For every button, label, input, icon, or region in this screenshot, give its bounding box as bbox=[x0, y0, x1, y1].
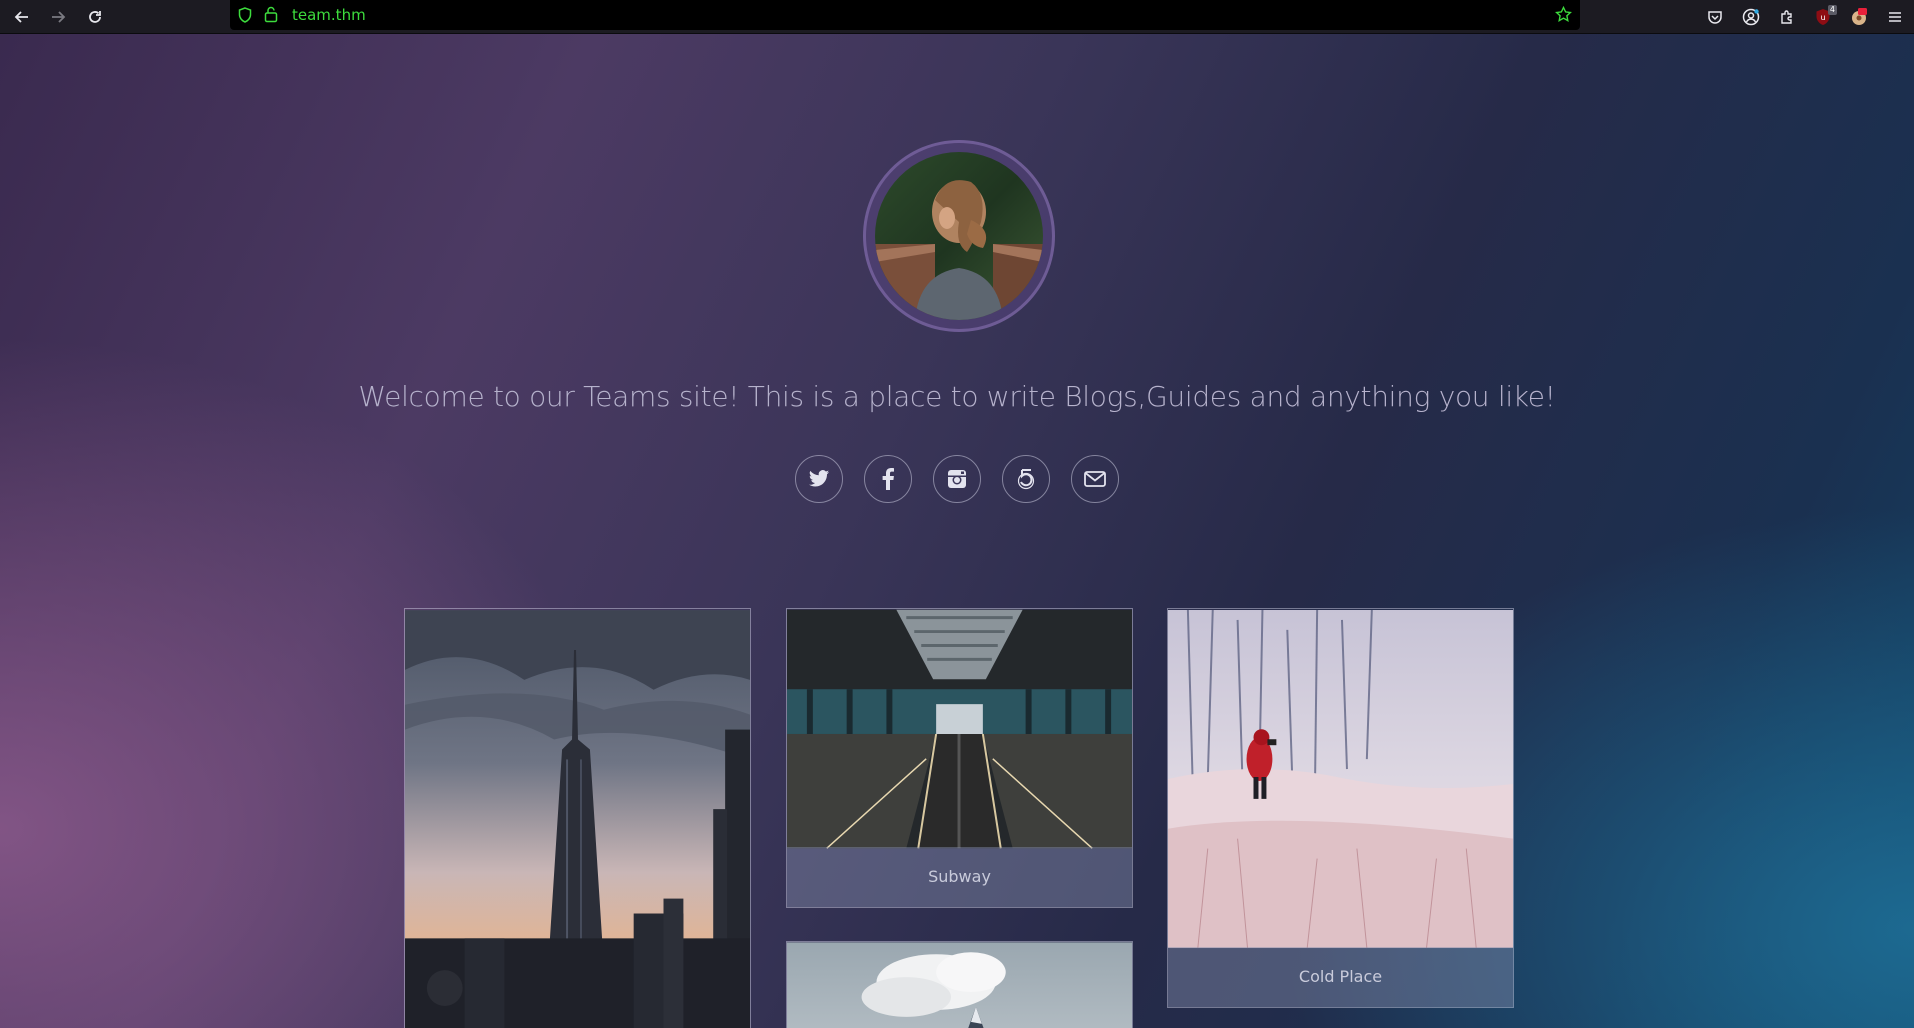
reload-icon bbox=[89, 11, 101, 23]
twitter-icon bbox=[808, 470, 830, 487]
mountain-clouds-image bbox=[787, 942, 1132, 1028]
extension-badge: 4 bbox=[1827, 5, 1837, 15]
account-icon bbox=[1742, 8, 1760, 26]
welcome-text: Welcome to our Teams site! This is a pla… bbox=[358, 380, 1556, 413]
back-button[interactable] bbox=[9, 4, 35, 30]
puzzle-icon bbox=[1781, 10, 1792, 24]
instagram-icon bbox=[948, 470, 966, 488]
gallery-card[interactable] bbox=[404, 608, 751, 1028]
back-arrow-icon bbox=[14, 11, 28, 23]
mail-icon bbox=[1084, 471, 1106, 487]
browser-toolbar: team.thm u 4 bbox=[0, 0, 1914, 34]
extensions-button[interactable] bbox=[1774, 4, 1800, 30]
gallery-card-subway[interactable]: Subway bbox=[786, 608, 1133, 908]
extension-avatar-button[interactable] bbox=[1846, 4, 1872, 30]
page-content: Welcome to our Teams site! This is a pla… bbox=[0, 34, 1914, 1028]
avatar bbox=[875, 152, 1043, 320]
gallery-card-cold-place[interactable]: Cold Place bbox=[1167, 608, 1514, 1008]
avatar-image bbox=[875, 152, 1043, 320]
svg-text:u: u bbox=[1820, 13, 1825, 22]
account-button[interactable] bbox=[1738, 4, 1764, 30]
instagram-link[interactable] bbox=[933, 455, 981, 503]
extension-avatar-icon bbox=[1852, 8, 1867, 25]
card-caption: Cold Place bbox=[1168, 947, 1513, 1007]
city-skyline-image bbox=[405, 610, 750, 1028]
snow-field-image bbox=[1168, 609, 1513, 949]
shield-icon[interactable] bbox=[238, 7, 252, 23]
pocket-icon bbox=[1708, 11, 1722, 24]
subway-image bbox=[787, 609, 1132, 849]
url-text[interactable]: team.thm bbox=[292, 6, 366, 24]
social-links bbox=[795, 455, 1125, 505]
500px-icon bbox=[1017, 469, 1035, 490]
bookmark-star-icon[interactable] bbox=[1555, 6, 1572, 23]
facebook-link[interactable] bbox=[864, 455, 912, 503]
ublock-button[interactable]: u 4 bbox=[1810, 4, 1837, 30]
500px-link[interactable] bbox=[1002, 455, 1050, 503]
forward-button[interactable] bbox=[45, 4, 71, 30]
card-caption: Subway bbox=[787, 847, 1132, 907]
reload-button[interactable] bbox=[82, 4, 108, 30]
email-link[interactable] bbox=[1071, 455, 1119, 503]
pocket-button[interactable] bbox=[1702, 4, 1728, 30]
forward-arrow-icon bbox=[52, 11, 66, 23]
gallery-card[interactable] bbox=[786, 941, 1133, 1028]
twitter-link[interactable] bbox=[795, 455, 843, 503]
menu-button[interactable] bbox=[1882, 4, 1908, 30]
facebook-icon bbox=[882, 468, 894, 490]
avatar-frame bbox=[863, 140, 1055, 332]
url-bar[interactable]: team.thm bbox=[230, 0, 1580, 30]
hamburger-icon bbox=[1889, 12, 1901, 22]
lock-icon[interactable] bbox=[264, 6, 278, 23]
